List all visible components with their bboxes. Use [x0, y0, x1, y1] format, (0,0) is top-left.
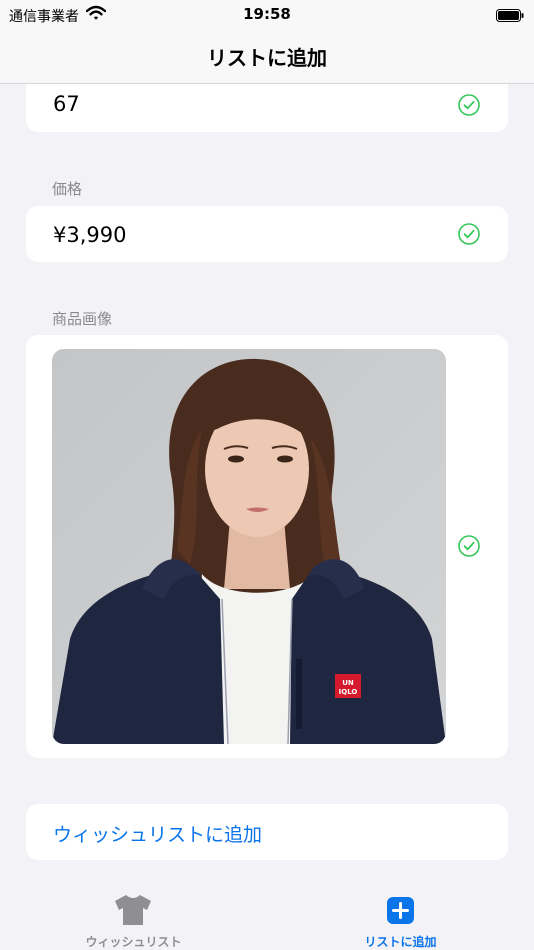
status-bar: 通信事業者 19:58 [0, 0, 534, 28]
tab-add-to-list-label: リストに追加 [364, 935, 437, 949]
svg-text:UN: UN [342, 679, 354, 687]
page-title: リストに追加 [207, 46, 327, 70]
field-value: 67 [53, 92, 80, 116]
image-section-label: 商品画像 [52, 310, 113, 328]
tshirt-icon [113, 893, 153, 931]
battery-icon [496, 7, 524, 22]
tab-bar: ウィッシュリスト リストに追加 [0, 883, 534, 950]
price-section-label: 価格 [52, 180, 83, 198]
navigation-bar: リストに追加 [0, 28, 534, 84]
clock: 19:58 [243, 5, 291, 23]
product-photo[interactable]: UN IQLO [52, 349, 446, 744]
price-value: ¥3,990 [53, 223, 127, 247]
tab-wishlist[interactable]: ウィッシュリスト [0, 883, 267, 950]
add-to-wishlist-button[interactable]: ウィッシュリストに追加 [26, 804, 508, 860]
svg-text:IQLO: IQLO [339, 688, 358, 696]
check-circle-icon [458, 535, 480, 557]
tab-add-to-list[interactable]: リストに追加 [267, 883, 534, 950]
check-circle-icon [458, 223, 480, 245]
image-field[interactable]: UN IQLO [26, 335, 508, 758]
plus-square-icon [387, 897, 414, 928]
tab-wishlist-label: ウィッシュリスト [85, 935, 182, 949]
price-field[interactable]: ¥3,990 [26, 206, 508, 262]
check-circle-icon [458, 94, 480, 116]
add-to-wishlist-label: ウィッシュリストに追加 [53, 824, 263, 846]
